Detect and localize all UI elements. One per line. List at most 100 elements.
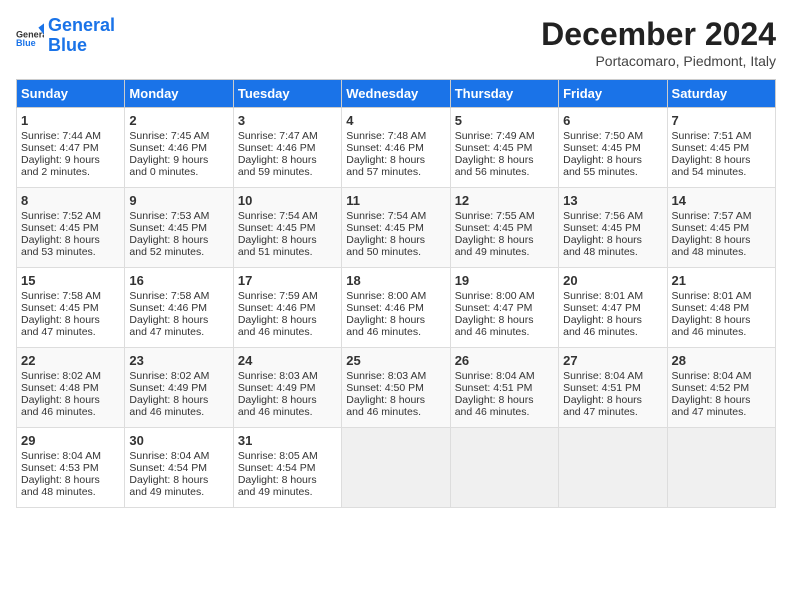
- cell-line: Daylight: 8 hours: [238, 154, 337, 166]
- cell-line: and 46 minutes.: [346, 326, 445, 338]
- cell-line: Daylight: 8 hours: [21, 394, 120, 406]
- cell-line: Daylight: 8 hours: [129, 474, 228, 486]
- cell-line: and 46 minutes.: [672, 326, 771, 338]
- weekday-header-tuesday: Tuesday: [233, 80, 341, 108]
- title-block: December 2024 Portacomaro, Piedmont, Ita…: [541, 16, 776, 69]
- day-number: 2: [129, 113, 228, 128]
- cell-line: Sunrise: 8:00 AM: [455, 290, 554, 302]
- cell-line: Sunrise: 7:49 AM: [455, 130, 554, 142]
- calendar-cell: [450, 428, 558, 508]
- cell-line: Sunrise: 8:03 AM: [346, 370, 445, 382]
- cell-line: Daylight: 8 hours: [238, 234, 337, 246]
- cell-line: Sunset: 4:53 PM: [21, 462, 120, 474]
- day-number: 23: [129, 353, 228, 368]
- day-number: 26: [455, 353, 554, 368]
- calendar-week-5: 29 Sunrise: 8:04 AMSunset: 4:53 PM Dayligh…: [17, 428, 776, 508]
- calendar-cell: 18Sunrise: 8:00 AMSunset: 4:46 PMDayligh…: [342, 268, 450, 348]
- calendar-cell: 24Sunrise: 8:03 AMSunset: 4:49 PMDayligh…: [233, 348, 341, 428]
- cell-line: and 47 minutes.: [563, 406, 662, 418]
- cell-line: and 0 minutes.: [129, 166, 228, 178]
- calendar-cell: [559, 428, 667, 508]
- cell-line: Sunset: 4:54 PM: [238, 462, 337, 474]
- cell-line: Sunrise: 7:50 AM: [563, 130, 662, 142]
- logo-icon: General Blue: [16, 22, 44, 50]
- cell-line: and 53 minutes.: [21, 246, 120, 258]
- calendar-cell: 7Sunrise: 7:51 AMSunset: 4:45 PMDaylight…: [667, 108, 775, 188]
- cell-line: Sunset: 4:52 PM: [672, 382, 771, 394]
- cell-line: and 47 minutes.: [672, 406, 771, 418]
- cell-line: Sunset: 4:47 PM: [21, 142, 120, 154]
- cell-line: Daylight: 8 hours: [129, 314, 228, 326]
- calendar-cell: 11Sunrise: 7:54 AMSunset: 4:45 PMDayligh…: [342, 188, 450, 268]
- cell-line: Sunrise: 8:04 AM: [21, 450, 120, 462]
- cell-line: Sunset: 4:47 PM: [563, 302, 662, 314]
- cell-line: Daylight: 8 hours: [346, 394, 445, 406]
- cell-line: Daylight: 8 hours: [129, 234, 228, 246]
- cell-line: Daylight: 8 hours: [455, 394, 554, 406]
- day-number: 8: [21, 193, 120, 208]
- weekday-header-sunday: Sunday: [17, 80, 125, 108]
- cell-line: and 46 minutes.: [455, 326, 554, 338]
- cell-line: Sunset: 4:51 PM: [563, 382, 662, 394]
- day-number: 14: [672, 193, 771, 208]
- day-number: 31: [238, 433, 337, 448]
- day-number: 5: [455, 113, 554, 128]
- calendar-cell: 2Sunrise: 7:45 AMSunset: 4:46 PMDaylight…: [125, 108, 233, 188]
- calendar-cell: 1Sunrise: 7:44 AMSunset: 4:47 PMDaylight…: [17, 108, 125, 188]
- weekday-header-friday: Friday: [559, 80, 667, 108]
- cell-line: and 47 minutes.: [129, 326, 228, 338]
- cell-line: Sunrise: 7:44 AM: [21, 130, 120, 142]
- calendar-cell: 19Sunrise: 8:00 AMSunset: 4:47 PMDayligh…: [450, 268, 558, 348]
- cell-line: Sunset: 4:46 PM: [238, 302, 337, 314]
- cell-line: Daylight: 8 hours: [672, 394, 771, 406]
- calendar-cell: 4Sunrise: 7:48 AMSunset: 4:46 PMDaylight…: [342, 108, 450, 188]
- weekday-header-wednesday: Wednesday: [342, 80, 450, 108]
- cell-line: Sunset: 4:45 PM: [672, 222, 771, 234]
- cell-line: Sunset: 4:49 PM: [238, 382, 337, 394]
- cell-line: Sunrise: 7:47 AM: [238, 130, 337, 142]
- calendar-week-1: 1Sunrise: 7:44 AMSunset: 4:47 PMDaylight…: [17, 108, 776, 188]
- calendar-cell: 15Sunrise: 7:58 AMSunset: 4:45 PMDayligh…: [17, 268, 125, 348]
- cell-line: Sunrise: 7:51 AM: [672, 130, 771, 142]
- cell-line: Sunset: 4:49 PM: [129, 382, 228, 394]
- day-number: 24: [238, 353, 337, 368]
- cell-line: Sunset: 4:45 PM: [238, 222, 337, 234]
- cell-line: Sunset: 4:45 PM: [346, 222, 445, 234]
- day-number: 20: [563, 273, 662, 288]
- cell-line: Daylight: 8 hours: [563, 234, 662, 246]
- day-number: 11: [346, 193, 445, 208]
- day-number: 6: [563, 113, 662, 128]
- day-number: 29: [21, 433, 120, 448]
- calendar-cell: 22Sunrise: 8:02 AMSunset: 4:48 PMDayligh…: [17, 348, 125, 428]
- cell-line: and 50 minutes.: [346, 246, 445, 258]
- day-number: 12: [455, 193, 554, 208]
- cell-line: and 55 minutes.: [563, 166, 662, 178]
- day-number: 13: [563, 193, 662, 208]
- cell-line: Sunset: 4:48 PM: [672, 302, 771, 314]
- calendar-cell: 14Sunrise: 7:57 AMSunset: 4:45 PMDayligh…: [667, 188, 775, 268]
- cell-line: and 46 minutes.: [238, 406, 337, 418]
- cell-line: Sunset: 4:45 PM: [563, 142, 662, 154]
- cell-line: Sunset: 4:46 PM: [346, 302, 445, 314]
- cell-line: Sunrise: 8:00 AM: [346, 290, 445, 302]
- cell-line: Daylight: 8 hours: [238, 314, 337, 326]
- calendar-cell: 26Sunrise: 8:04 AMSunset: 4:51 PMDayligh…: [450, 348, 558, 428]
- day-number: 19: [455, 273, 554, 288]
- cell-line: Sunrise: 8:04 AM: [672, 370, 771, 382]
- weekday-header-thursday: Thursday: [450, 80, 558, 108]
- cell-line: Sunset: 4:46 PM: [129, 302, 228, 314]
- cell-line: and 46 minutes.: [129, 406, 228, 418]
- calendar-header-row: SundayMondayTuesdayWednesdayThursdayFrid…: [17, 80, 776, 108]
- cell-line: Sunrise: 7:59 AM: [238, 290, 337, 302]
- calendar-cell: 5Sunrise: 7:49 AMSunset: 4:45 PMDaylight…: [450, 108, 558, 188]
- day-number: 22: [21, 353, 120, 368]
- cell-line: Sunrise: 7:53 AM: [129, 210, 228, 222]
- day-number: 17: [238, 273, 337, 288]
- cell-line: and 49 minutes.: [129, 486, 228, 498]
- cell-line: and 49 minutes.: [455, 246, 554, 258]
- cell-line: and 46 minutes.: [21, 406, 120, 418]
- cell-line: Sunrise: 7:45 AM: [129, 130, 228, 142]
- cell-line: Daylight: 8 hours: [455, 234, 554, 246]
- cell-line: Sunrise: 8:05 AM: [238, 450, 337, 462]
- cell-line: Sunset: 4:45 PM: [21, 302, 120, 314]
